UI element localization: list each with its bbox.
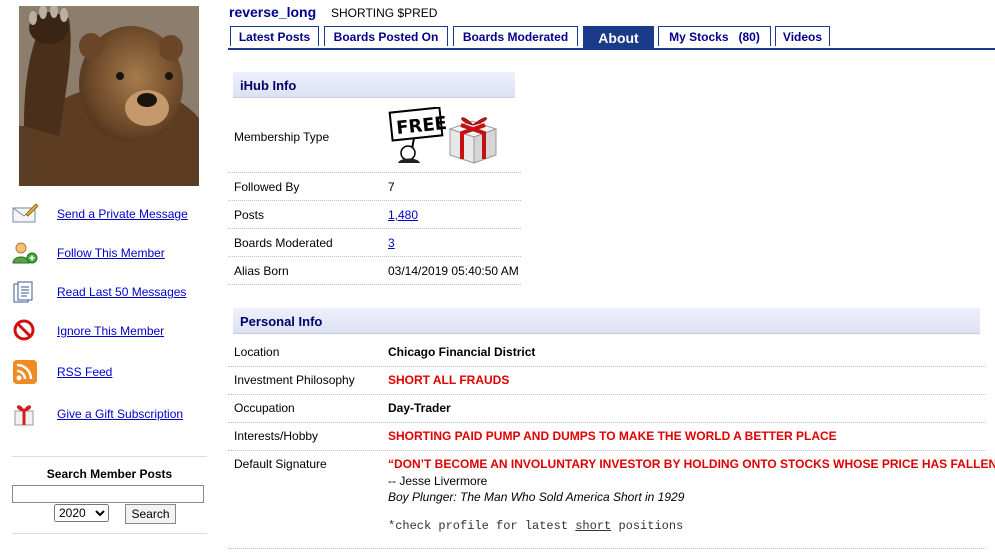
investment-philosophy-row: Investment Philosophy SHORT ALL FRAUDS xyxy=(228,367,986,395)
default-signature-row: Default Signature “DON’T BECOME AN INVOL… xyxy=(228,451,995,549)
send-message-action[interactable]: Send a Private Message xyxy=(10,202,210,226)
row-label: Location xyxy=(234,345,280,359)
read-messages-action[interactable]: Read Last 50 Messages xyxy=(10,280,210,304)
search-input[interactable] xyxy=(12,485,204,503)
profile-tabs: Latest Posts Boards Posted On Boards Mod… xyxy=(228,26,995,50)
tab-about[interactable]: About xyxy=(583,26,654,48)
rss-feed-action[interactable]: RSS Feed xyxy=(10,360,210,384)
row-label: Occupation xyxy=(234,401,295,415)
username[interactable]: reverse_long xyxy=(229,4,316,20)
posts-row: Posts 1,480 xyxy=(228,201,521,229)
ignore-member-link[interactable]: Ignore This Member xyxy=(57,324,164,338)
investment-philosophy-value: SHORT ALL FRAUDS xyxy=(388,373,510,387)
no-entry-icon xyxy=(12,319,38,343)
followed-by-row: Followed By 7 xyxy=(228,173,521,201)
membership-badges: FREE xyxy=(388,106,500,168)
send-message-link[interactable]: Send a Private Message xyxy=(57,207,188,221)
location-row: Location Chicago Financial District xyxy=(228,339,986,367)
signature-quote: “DON’T BECOME AN INVOLUNTARY INVESTOR BY… xyxy=(388,457,995,471)
user-tagline: SHORTING $PRED xyxy=(331,6,438,20)
row-label: Followed By xyxy=(234,180,300,194)
rss-feed-link[interactable]: RSS Feed xyxy=(57,365,112,379)
interests-value: SHORTING PAID PUMP AND DUMPS TO MAKE THE… xyxy=(388,429,837,443)
member-avatar xyxy=(19,6,199,186)
note-suffix: positions xyxy=(611,519,684,533)
year-select[interactable]: 2020 xyxy=(54,504,109,522)
ihub-info-header: iHub Info xyxy=(233,72,515,98)
free-badge-icon: FREE xyxy=(388,106,448,163)
documents-icon xyxy=(12,280,38,304)
add-user-icon xyxy=(12,241,38,265)
boards-moderated-link[interactable]: 3 xyxy=(388,236,395,250)
boards-moderated-row: Boards Moderated 3 xyxy=(228,229,521,257)
signature-note: *check profile for latest short position… xyxy=(388,519,683,533)
follow-member-link[interactable]: Follow This Member xyxy=(57,246,165,260)
location-value: Chicago Financial District xyxy=(388,345,536,359)
signature-author: -- Jesse Livermore xyxy=(388,474,488,488)
search-title: Search Member Posts xyxy=(46,467,173,481)
row-label: Default Signature xyxy=(234,457,327,471)
personal-info-header: Personal Info xyxy=(233,308,980,334)
tab-my-stocks[interactable]: My Stocks (80) xyxy=(658,26,771,46)
search-button[interactable]: Search xyxy=(125,504,176,524)
alias-born-row: Alias Born 03/14/2019 05:40:50 AM xyxy=(228,257,521,285)
row-label: Investment Philosophy xyxy=(234,373,355,387)
rss-icon xyxy=(12,360,38,384)
gift-icon xyxy=(12,402,38,426)
interests-row: Interests/Hobby SHORTING PAID PUMP AND D… xyxy=(228,423,986,451)
posts-count-link[interactable]: 1,480 xyxy=(388,208,418,222)
search-member-posts: Search Member Posts 2020 Search xyxy=(12,456,207,534)
note-prefix: *check profile for latest xyxy=(388,519,576,533)
row-label: Interests/Hobby xyxy=(234,429,319,443)
gift-box-icon xyxy=(448,117,498,164)
membership-type-row: Membership Type FREE xyxy=(228,101,521,173)
tab-latest-posts[interactable]: Latest Posts xyxy=(230,26,319,46)
row-label: Alias Born xyxy=(234,264,289,278)
read-messages-link[interactable]: Read Last 50 Messages xyxy=(57,285,186,299)
followed-by-value: 7 xyxy=(388,180,395,194)
follow-member-action[interactable]: Follow This Member xyxy=(10,241,210,265)
gift-subscription-link[interactable]: Give a Gift Subscription xyxy=(57,407,183,421)
tab-videos[interactable]: Videos xyxy=(775,26,830,46)
tab-boards-moderated[interactable]: Boards Moderated xyxy=(453,26,578,46)
alias-born-value: 03/14/2019 05:40:50 AM xyxy=(388,264,519,278)
row-label: Boards Moderated xyxy=(234,236,333,250)
tab-boards-posted-on[interactable]: Boards Posted On xyxy=(324,26,448,46)
occupation-value: Day-Trader xyxy=(388,401,451,415)
row-label: Membership Type xyxy=(234,130,330,144)
note-short-link[interactable]: short xyxy=(575,519,611,533)
gift-subscription-action[interactable]: Give a Gift Subscription xyxy=(10,402,210,426)
occupation-row: Occupation Day-Trader xyxy=(228,395,986,423)
envelope-pencil-icon xyxy=(12,202,39,226)
signature-book: Boy Plunger: The Man Who Sold America Sh… xyxy=(388,490,685,504)
row-label: Posts xyxy=(234,208,265,222)
ignore-member-action[interactable]: Ignore This Member xyxy=(10,319,210,343)
